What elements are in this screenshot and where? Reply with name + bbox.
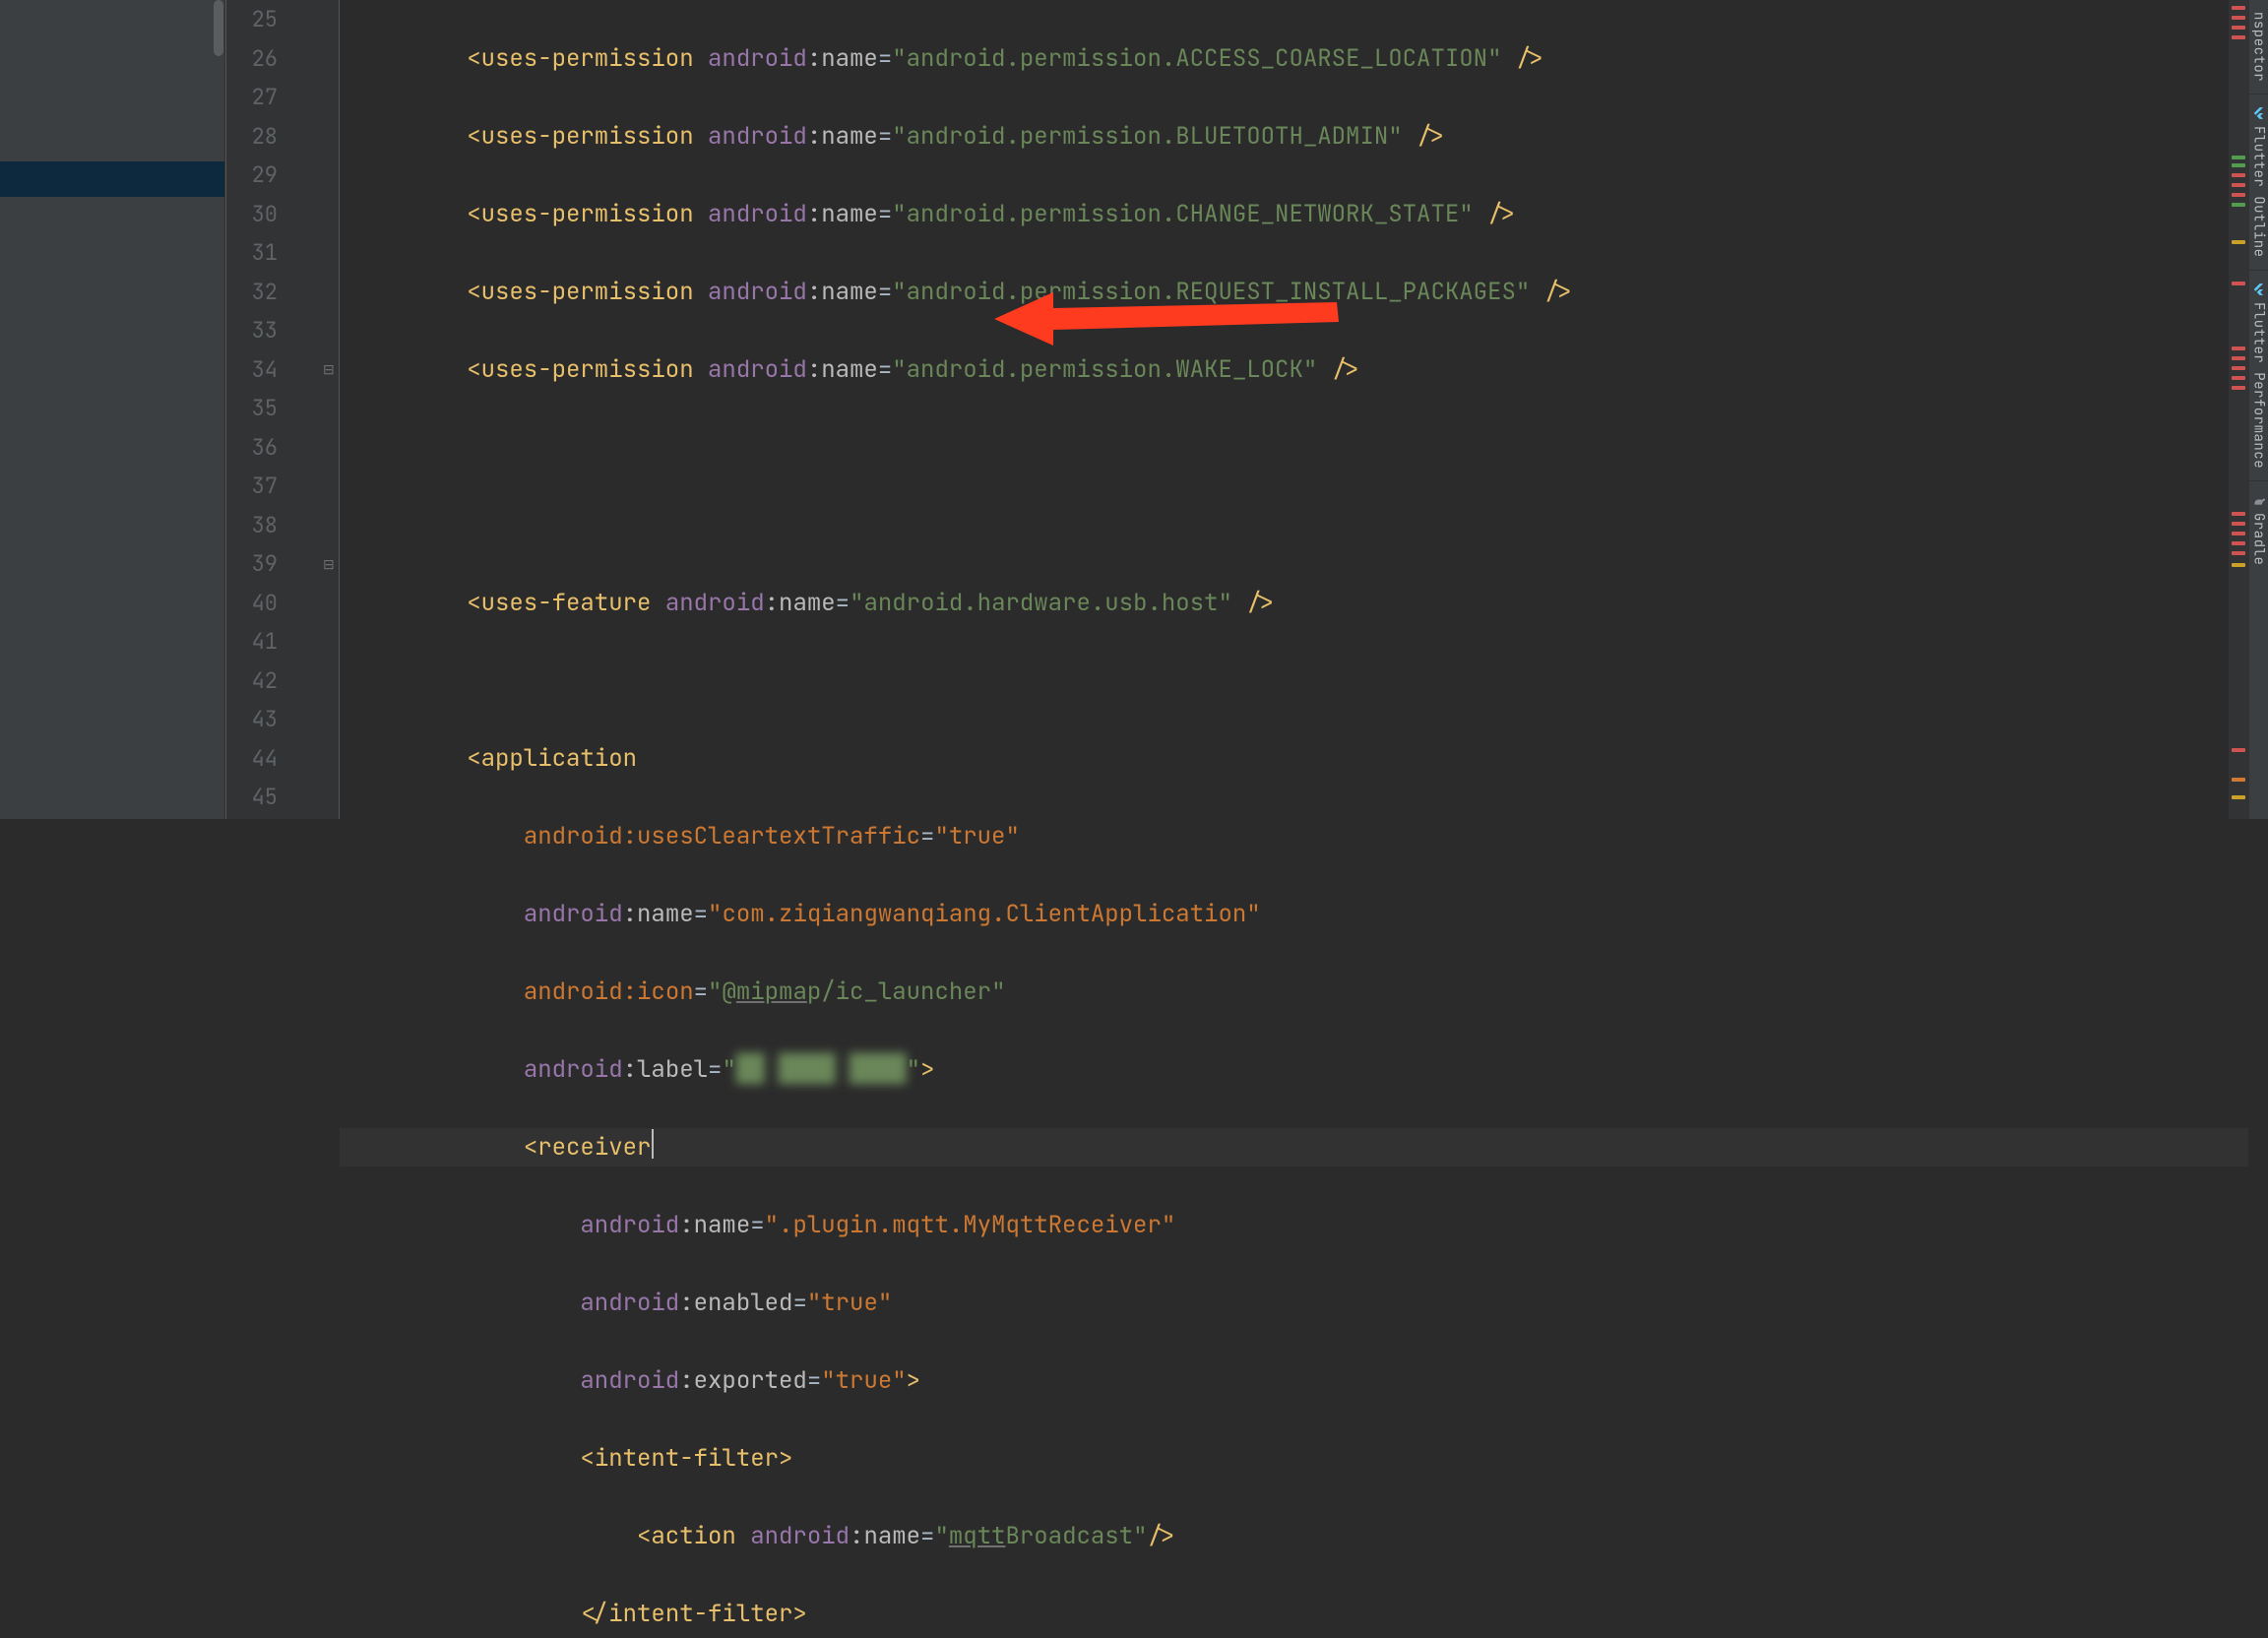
change-marker[interactable]: [2232, 203, 2245, 207]
tool-tab-label: Gradle: [2250, 513, 2268, 565]
code-line[interactable]: <uses-permission android:name="android.p…: [340, 117, 2248, 157]
code-line[interactable]: android:label="██ ████ ████">: [340, 1050, 2248, 1090]
change-marker[interactable]: [2232, 156, 2245, 159]
warning-marker[interactable]: [2232, 563, 2245, 567]
right-tool-window-bar: nspector Flutter Outline Flutter Perform…: [2248, 0, 2268, 819]
editor-marker-bar[interactable]: [2229, 0, 2248, 819]
code-line[interactable]: android:name=".plugin.mqtt.MyMqttReceive…: [340, 1206, 2248, 1245]
code-line[interactable]: android:usesCleartextTraffic="true": [340, 817, 2248, 856]
error-marker[interactable]: [2232, 193, 2245, 197]
line-number[interactable]: 42: [226, 662, 339, 701]
code-line[interactable]: android:exported="true">: [340, 1361, 2248, 1401]
error-marker[interactable]: [2232, 376, 2245, 380]
error-marker[interactable]: [2232, 532, 2245, 536]
editor-gutter[interactable]: 25 26 27 28 29 30 31 32 33 34 ⊟ 35 36 37…: [226, 0, 340, 819]
line-number[interactable]: 40: [226, 584, 339, 623]
line-number[interactable]: 35: [226, 389, 339, 428]
error-marker[interactable]: [2232, 356, 2245, 360]
error-marker[interactable]: [2232, 366, 2245, 370]
code-area[interactable]: <uses-permission android:name="android.p…: [340, 0, 2248, 819]
error-marker[interactable]: [2232, 512, 2245, 516]
line-number[interactable]: 44: [226, 739, 339, 779]
error-marker[interactable]: [2232, 748, 2245, 752]
flutter-icon: [2252, 283, 2266, 296]
fold-toggle-icon[interactable]: ⊟: [323, 556, 335, 574]
line-number[interactable]: 41: [226, 622, 339, 662]
line-number[interactable]: 28: [226, 117, 339, 157]
code-line[interactable]: <intent-filter>: [340, 1439, 2248, 1479]
line-number[interactable]: 25: [226, 0, 339, 39]
flutter-icon: [2252, 106, 2266, 120]
code-line[interactable]: <uses-permission android:name="android.p…: [340, 273, 2248, 312]
tool-tab-flutter-performance[interactable]: Flutter Performance: [2250, 271, 2268, 480]
gradle-icon: [2252, 493, 2266, 507]
code-line[interactable]: <action android:name="mqttBroadcast"/>: [340, 1517, 2248, 1556]
code-editor[interactable]: 25 26 27 28 29 30 31 32 33 34 ⊟ 35 36 37…: [225, 0, 2248, 819]
code-line[interactable]: <application: [340, 739, 2248, 779]
code-line[interactable]: <uses-permission android:name="android.p…: [340, 39, 2248, 79]
line-number[interactable]: 27: [226, 78, 339, 117]
code-line[interactable]: android:enabled="true": [340, 1284, 2248, 1323]
line-number[interactable]: 37: [226, 467, 339, 506]
line-number[interactable]: 34: [226, 350, 339, 390]
code-line[interactable]: [340, 662, 2248, 701]
code-line[interactable]: <uses-permission android:name="android.p…: [340, 195, 2248, 234]
error-marker[interactable]: [2232, 173, 2245, 177]
error-marker[interactable]: [2232, 551, 2245, 555]
warning-marker[interactable]: [2232, 795, 2245, 799]
tool-tab-label: Flutter Performance: [2250, 302, 2268, 469]
line-number[interactable]: 30: [226, 195, 339, 234]
warning-marker[interactable]: [2232, 778, 2245, 782]
code-line[interactable]: <uses-permission android:name="android.p…: [340, 350, 2248, 390]
line-number[interactable]: 33: [226, 311, 339, 350]
code-line[interactable]: [340, 506, 2248, 545]
error-marker[interactable]: [2232, 346, 2245, 350]
project-tree-selection[interactable]: [0, 161, 224, 197]
project-tool-window[interactable]: [0, 0, 225, 819]
error-marker[interactable]: [2232, 183, 2245, 187]
code-line[interactable]: [340, 428, 2248, 468]
error-marker[interactable]: [2232, 386, 2245, 390]
fold-toggle-icon[interactable]: ⊟: [323, 361, 335, 379]
line-number[interactable]: 31: [226, 233, 339, 273]
tool-tab-label: nspector: [2250, 12, 2268, 82]
tool-tab-flutter-inspector[interactable]: nspector: [2250, 0, 2268, 94]
text-caret: [652, 1129, 654, 1159]
error-marker[interactable]: [2232, 16, 2245, 20]
code-line[interactable]: </intent-filter>: [340, 1595, 2248, 1634]
line-number[interactable]: 38: [226, 506, 339, 545]
code-line[interactable]: android:name="com.ziqiangwanqiang.Client…: [340, 895, 2248, 934]
error-marker[interactable]: [2232, 35, 2245, 39]
tool-tab-gradle[interactable]: Gradle: [2250, 481, 2268, 577]
change-marker[interactable]: [2232, 163, 2245, 167]
tool-tab-flutter-outline[interactable]: Flutter Outline: [2250, 94, 2268, 270]
line-number[interactable]: 32: [226, 273, 339, 312]
warning-marker[interactable]: [2232, 240, 2245, 244]
code-line[interactable]: android:icon="@mipmap/ic_launcher": [340, 973, 2248, 1012]
line-number[interactable]: 43: [226, 700, 339, 739]
error-marker[interactable]: [2232, 541, 2245, 545]
error-marker[interactable]: [2232, 522, 2245, 526]
error-marker[interactable]: [2232, 282, 2245, 285]
error-marker[interactable]: [2232, 26, 2245, 30]
line-number[interactable]: 29: [226, 156, 339, 195]
error-marker[interactable]: [2232, 6, 2245, 10]
tool-tab-label: Flutter Outline: [2250, 126, 2268, 258]
scrollbar-thumb[interactable]: [214, 0, 223, 56]
code-line-current[interactable]: <receiver: [340, 1128, 2248, 1167]
line-number[interactable]: 45: [226, 778, 339, 817]
line-number[interactable]: 36: [226, 428, 339, 468]
code-line[interactable]: <uses-feature android:name="android.hard…: [340, 584, 2248, 623]
line-number[interactable]: 26: [226, 39, 339, 79]
line-number[interactable]: 39: [226, 544, 339, 584]
